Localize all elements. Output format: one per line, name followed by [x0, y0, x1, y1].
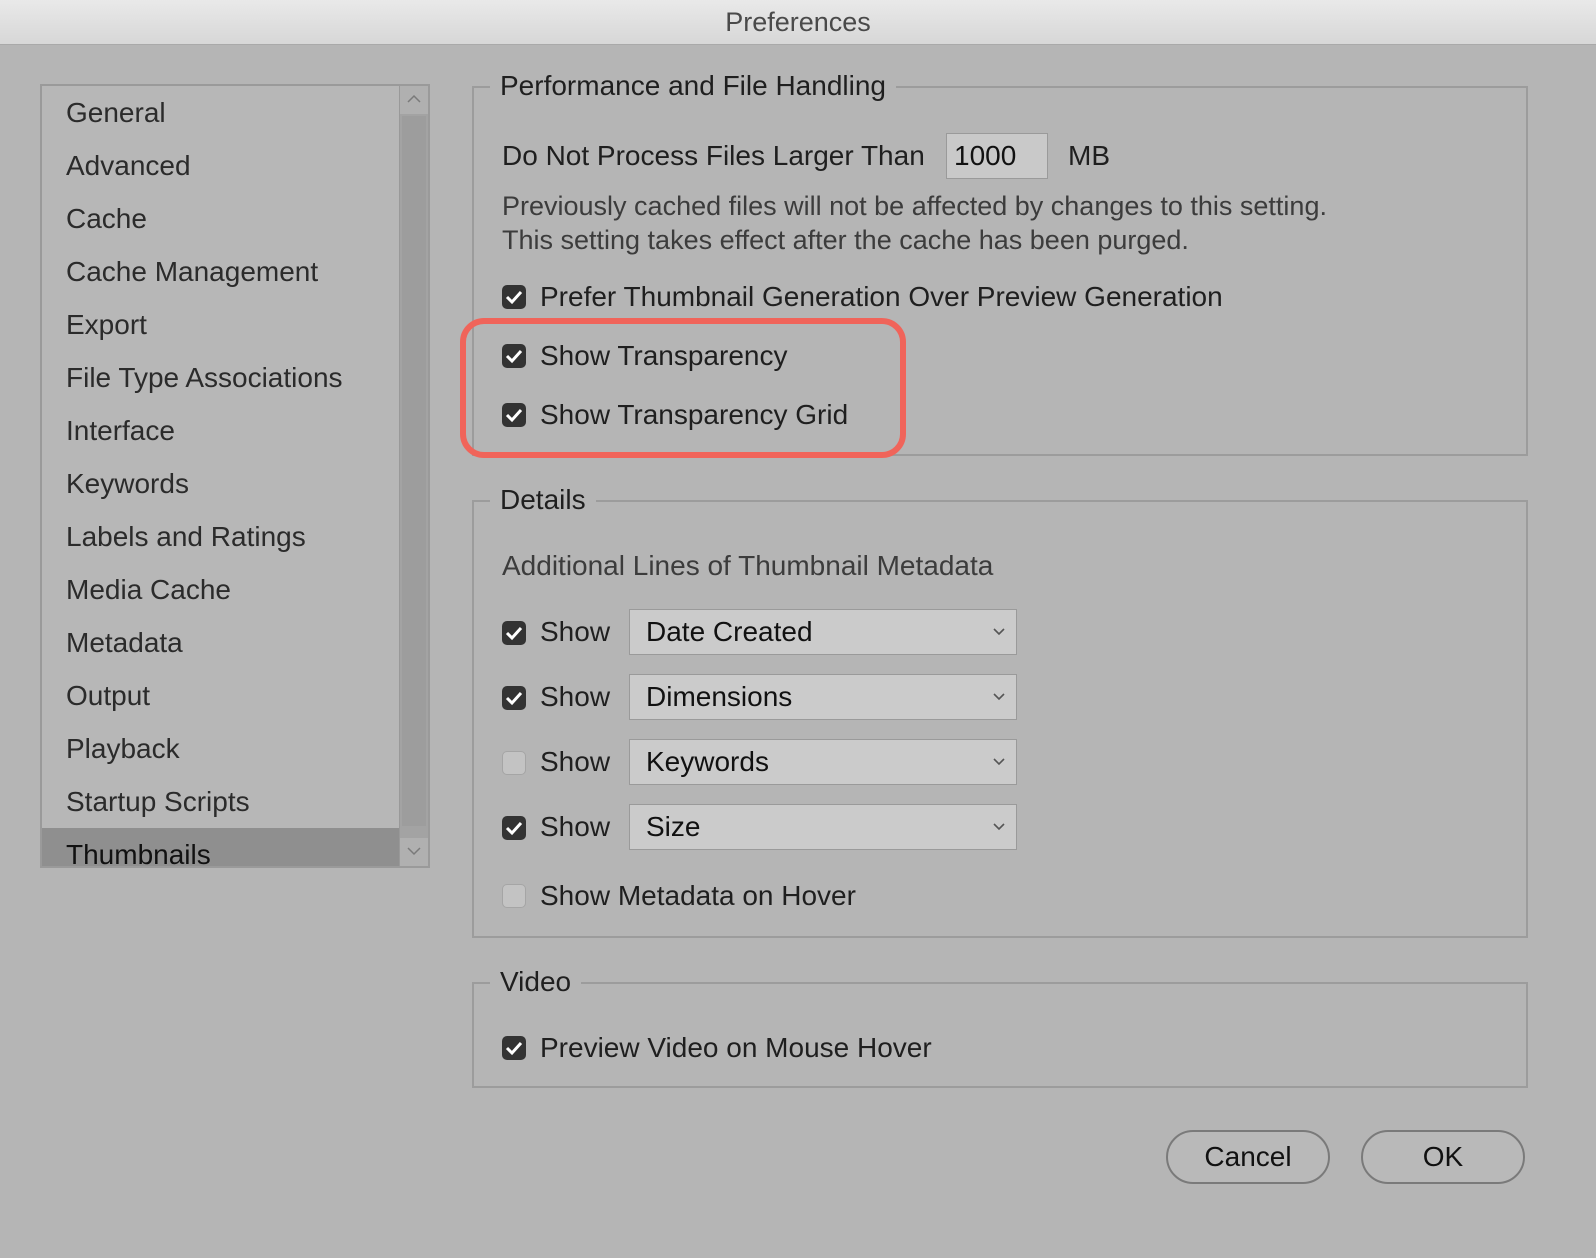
metadata-row-1-checkbox[interactable] [502, 621, 526, 645]
cancel-button[interactable]: Cancel [1166, 1130, 1330, 1184]
metadata-row-3-show-label: Show [540, 746, 611, 777]
metadata-row-3-checkbox[interactable] [502, 751, 526, 775]
sidebar-item-file-type-associations[interactable]: File Type Associations [42, 351, 404, 404]
checkmark-icon [505, 821, 523, 836]
ok-button[interactable]: OK [1361, 1130, 1525, 1184]
metadata-row-4-checkbox[interactable] [502, 816, 526, 840]
metadata-row-2-value: Dimensions [646, 681, 793, 712]
performance-group-title: Performance and File Handling [490, 66, 896, 106]
scrollbar-thumb[interactable] [402, 116, 426, 826]
max-file-size-input[interactable]: 1000 [946, 133, 1048, 179]
highlight-annotation [460, 318, 906, 458]
video-group: Video Preview Video on Mouse Hover [472, 962, 1528, 1088]
metadata-row-3-value: Keywords [646, 746, 769, 777]
metadata-row-2-show-label: Show [540, 681, 611, 712]
metadata-row-2-select[interactable]: Dimensions [629, 674, 1017, 720]
sidebar-item-advanced[interactable]: Advanced [42, 139, 404, 192]
sidebar-scrollbar[interactable] [399, 86, 428, 866]
cache-note-line2: This setting takes effect after the cach… [502, 225, 1189, 255]
max-file-size-label: Do Not Process Files Larger Than [502, 140, 925, 171]
scroll-up-arrow-icon[interactable] [400, 86, 428, 114]
details-subtitle: Additional Lines of Thumbnail Metadata [502, 550, 994, 581]
chevron-down-icon [993, 628, 1005, 636]
preview-video-on-hover-label: Preview Video on Mouse Hover [540, 1032, 932, 1063]
metadata-row-4-show-label: Show [540, 811, 611, 842]
show-metadata-on-hover-checkbox[interactable] [502, 884, 526, 908]
checkmark-icon [505, 626, 523, 641]
max-file-size-unit: MB [1068, 140, 1110, 171]
details-group: Details Additional Lines of Thumbnail Me… [472, 480, 1528, 938]
sidebar-item-metadata[interactable]: Metadata [42, 616, 404, 669]
preferences-category-list[interactable]: General Advanced Cache Cache Management … [40, 84, 430, 868]
title-bar: Preferences [0, 0, 1596, 45]
preferences-window: Preferences General Advanced Cache Cache… [0, 0, 1596, 1258]
checkmark-icon [505, 290, 523, 305]
sidebar-item-general[interactable]: General [42, 86, 404, 139]
sidebar-item-thumbnails[interactable]: Thumbnails [42, 828, 404, 866]
metadata-row-3-select[interactable]: Keywords [629, 739, 1017, 785]
sidebar-item-keywords[interactable]: Keywords [42, 457, 404, 510]
prefer-thumbnail-label: Prefer Thumbnail Generation Over Preview… [540, 281, 1223, 312]
video-group-title: Video [490, 962, 582, 1002]
chevron-down-icon [993, 823, 1005, 831]
details-group-title: Details [490, 480, 596, 520]
scroll-down-arrow-icon[interactable] [400, 838, 428, 866]
sidebar-item-labels-and-ratings[interactable]: Labels and Ratings [42, 510, 404, 563]
metadata-row-4-value: Size [646, 811, 701, 842]
chevron-down-icon [993, 693, 1005, 701]
metadata-row-2-checkbox[interactable] [502, 686, 526, 710]
sidebar-item-startup-scripts[interactable]: Startup Scripts [42, 775, 404, 828]
metadata-row-1-value: Date Created [646, 616, 813, 647]
checkmark-icon [505, 691, 523, 706]
preview-video-on-hover-checkbox[interactable] [502, 1036, 526, 1060]
category-list-items: General Advanced Cache Cache Management … [42, 86, 404, 866]
sidebar-item-cache-management[interactable]: Cache Management [42, 245, 404, 298]
prefer-thumbnail-checkbox[interactable] [502, 285, 526, 309]
chevron-down-icon [993, 758, 1005, 766]
metadata-row-1-select[interactable]: Date Created [629, 609, 1017, 655]
metadata-row-1-show-label: Show [540, 616, 611, 647]
checkmark-icon [505, 1041, 523, 1056]
sidebar-item-media-cache[interactable]: Media Cache [42, 563, 404, 616]
sidebar-item-playback[interactable]: Playback [42, 722, 404, 775]
sidebar-item-interface[interactable]: Interface [42, 404, 404, 457]
cache-note-line1: Previously cached files will not be affe… [502, 191, 1327, 221]
sidebar-item-export[interactable]: Export [42, 298, 404, 351]
sidebar-item-cache[interactable]: Cache [42, 192, 404, 245]
window-title: Preferences [725, 6, 871, 37]
sidebar-item-output[interactable]: Output [42, 669, 404, 722]
metadata-row-4-select[interactable]: Size [629, 804, 1017, 850]
show-metadata-on-hover-label: Show Metadata on Hover [540, 880, 856, 911]
